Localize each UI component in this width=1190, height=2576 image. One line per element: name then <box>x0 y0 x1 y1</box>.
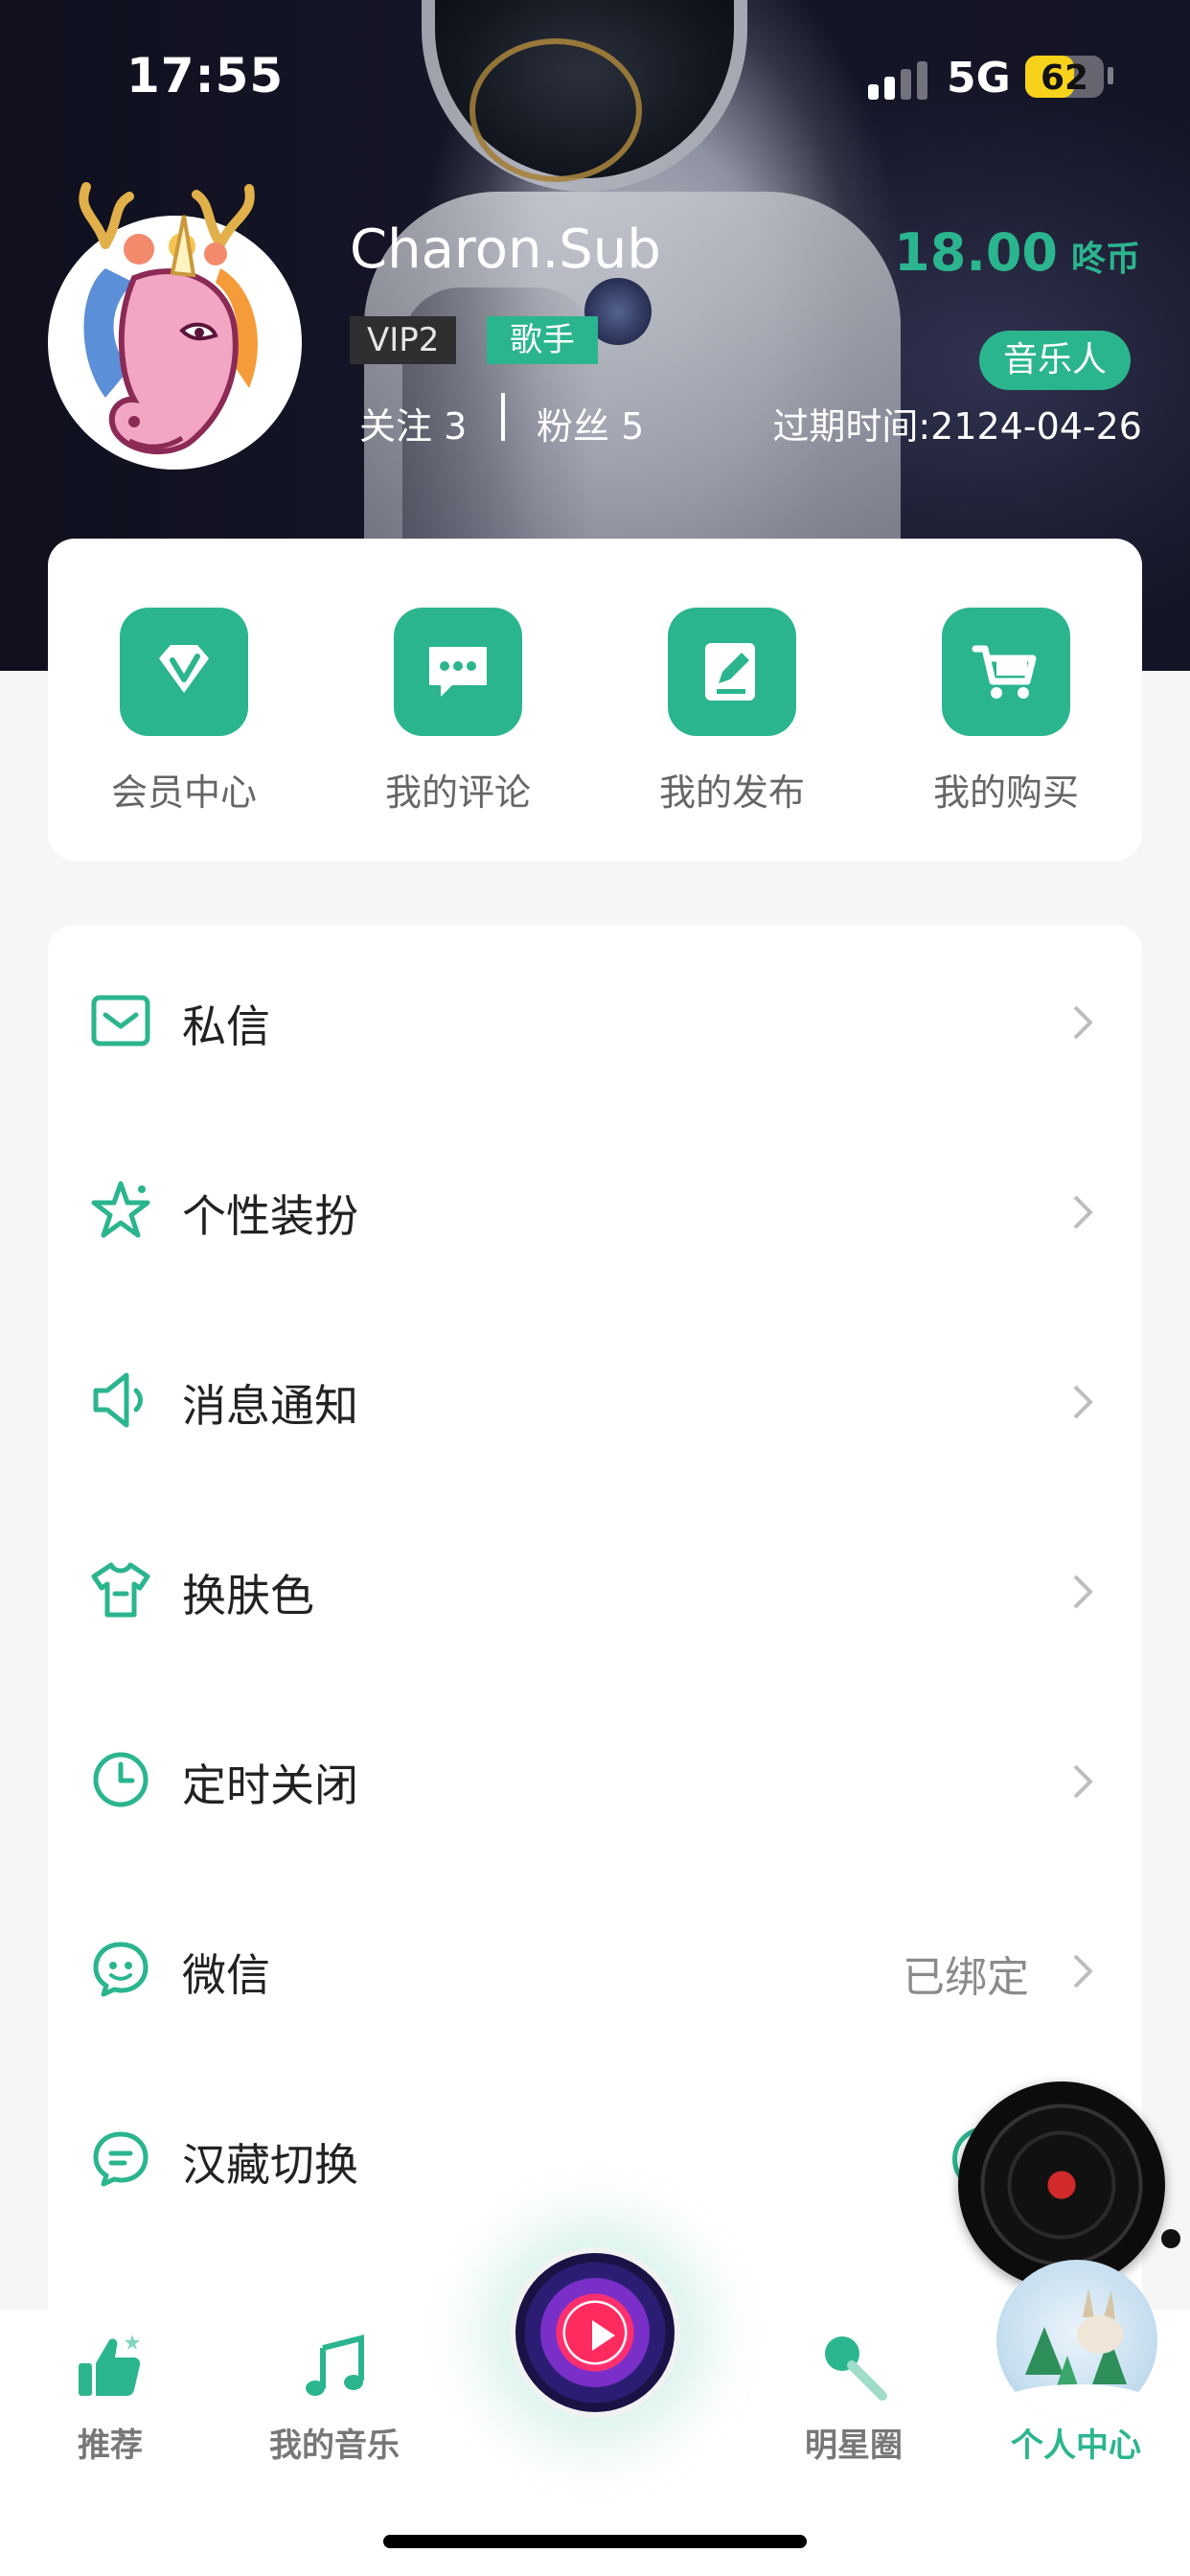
coin-unit: 咚币 <box>1070 240 1140 279</box>
quick-action-label: 我的发布 <box>658 771 805 814</box>
music-note-icon <box>306 2334 364 2396</box>
fans-label: 粉丝 <box>537 405 610 448</box>
menu-item-sleep-timer[interactable]: 定时关闭 <box>48 1684 1142 1874</box>
chevron-right-icon <box>1073 1575 1093 1609</box>
language-icon <box>93 2131 149 2187</box>
vip-level-badge: VIP2 <box>350 316 457 364</box>
unicorn-avatar-icon <box>79 182 258 455</box>
menu-item-personalize[interactable]: 个性装扮 <box>48 1115 1142 1304</box>
quick-actions-card: 会员中心 我的评论 我的发布 我的购买 <box>48 539 1142 861</box>
fans-count: 5 <box>621 405 645 448</box>
menu-item-notifications[interactable]: 消息通知 <box>48 1304 1142 1494</box>
signal-icon <box>868 61 927 100</box>
network-label: 5G <box>947 54 1011 103</box>
chevron-right-icon <box>1073 1005 1093 1040</box>
coin-balance[interactable]: 18.00 咚币 <box>894 222 1140 283</box>
profile-avatar-icon[interactable] <box>996 2260 1157 2421</box>
quick-action-vip-center[interactable]: 会员中心 <box>98 608 270 816</box>
username[interactable]: Charon.Sub <box>350 218 661 281</box>
battery-tip <box>1108 67 1113 84</box>
musician-button[interactable]: 音乐人 <box>979 331 1131 390</box>
coin-value: 18.00 <box>894 222 1058 283</box>
mail-icon <box>91 995 150 1046</box>
chevron-right-icon <box>1073 1764 1093 1799</box>
quick-action-label: 我的评论 <box>384 771 531 814</box>
role-badge: 歌手 <box>487 316 598 364</box>
menu-item-label: 汉藏切换 <box>182 2139 358 2191</box>
mic-icon <box>825 2336 887 2401</box>
menu-item-label: 消息通知 <box>182 1380 358 1432</box>
user-avatar[interactable] <box>48 182 302 470</box>
chevron-right-icon <box>1073 1954 1093 1989</box>
follow-label: 关注 <box>359 405 433 448</box>
wechat-bind-status: 已绑定 <box>903 1953 1029 2002</box>
quick-action-label: 我的购买 <box>932 771 1079 814</box>
cart-icon <box>942 608 1070 736</box>
menu-item-label: 私信 <box>182 1000 270 1052</box>
clock-icon <box>93 1752 149 1807</box>
comment-icon <box>394 608 522 736</box>
menu-item-label: 微信 <box>182 1949 270 2001</box>
fans-stat[interactable]: 粉丝 5 <box>537 397 644 449</box>
battery-percent: 62 <box>1040 58 1089 98</box>
quick-action-my-comments[interactable]: 我的评论 <box>372 608 544 816</box>
vip-expire-date: 过期时间:2124-04-26 <box>772 405 1142 448</box>
menu-item-messages[interactable]: 私信 <box>48 925 1142 1115</box>
quick-action-my-posts[interactable]: 我的发布 <box>646 608 818 816</box>
menu-item-label: 个性装扮 <box>182 1190 358 1242</box>
battery-icon: 62 <box>1025 56 1104 98</box>
speaker-icon <box>93 1372 143 1428</box>
quick-action-my-purchases[interactable]: 我的购买 <box>920 608 1092 816</box>
quick-action-label: 会员中心 <box>110 771 257 814</box>
star-icon <box>91 1181 150 1238</box>
tab-label: 明星圈 <box>805 2426 903 2465</box>
menu-item-label: 定时关闭 <box>182 1760 358 1811</box>
chevron-right-icon <box>1073 1195 1093 1230</box>
menu-item-wechat[interactable]: 微信 已绑定 <box>48 1874 1142 2063</box>
stat-divider <box>501 393 505 441</box>
floating-vinyl-player[interactable] <box>958 2082 1165 2288</box>
menu-item-label: 换肤色 <box>182 1570 314 1622</box>
tab-label: 推荐 <box>78 2426 143 2465</box>
now-playing-button[interactable] <box>510 2247 680 2418</box>
wechat-icon <box>93 1942 149 1997</box>
home-indicator <box>383 2535 807 2548</box>
edit-post-icon <box>668 608 796 736</box>
menu-item-skin-color[interactable]: 换肤色 <box>48 1494 1142 1684</box>
status-time: 17:55 <box>126 48 285 104</box>
tshirt-icon <box>91 1562 150 1618</box>
follow-count: 3 <box>444 405 468 448</box>
tab-label: 个人中心 <box>1011 2426 1141 2465</box>
follow-stat[interactable]: 关注 3 <box>359 397 467 449</box>
tab-label: 我的音乐 <box>269 2426 400 2465</box>
vip-diamond-icon <box>120 608 248 736</box>
play-icon <box>592 2320 615 2351</box>
thumbs-up-icon <box>79 2334 141 2396</box>
vinyl-tonearm-dot <box>1161 2229 1180 2248</box>
chevron-right-icon <box>1073 1385 1093 1419</box>
